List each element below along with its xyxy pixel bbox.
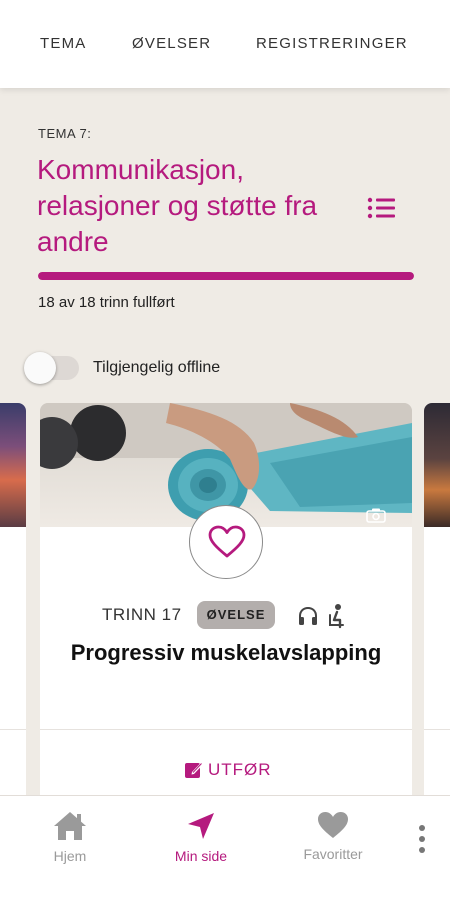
home-icon xyxy=(54,812,86,840)
step-title: Progressiv muskelavslapping xyxy=(70,640,382,665)
offline-label: Tilgjengelig offline xyxy=(93,359,221,376)
offline-toggle[interactable] xyxy=(24,350,82,386)
nav-my-page-label: Min side xyxy=(174,848,228,864)
theme-number: TEMA 7: xyxy=(38,126,92,141)
theme-progress-fill xyxy=(38,272,414,280)
theme-progress-bar xyxy=(38,272,414,280)
bottom-navigation: Hjem Min side Favoritter xyxy=(0,795,450,900)
nav-favorites[interactable]: Favoritter xyxy=(295,810,371,870)
list-icon[interactable] xyxy=(367,196,397,220)
step-card[interactable]: TRINN 17 ØVELSE Progressiv muskelavslapp… xyxy=(40,403,412,823)
step-label: TRINN 17 xyxy=(102,605,182,624)
more-options-icon[interactable] xyxy=(418,824,426,854)
headphones-icon xyxy=(299,606,317,625)
nav-home[interactable]: Hjem xyxy=(40,810,100,870)
nav-favorites-label: Favoritter xyxy=(303,846,363,862)
previous-card-image xyxy=(0,403,26,527)
tab-registreringer[interactable]: REGISTRERINGER xyxy=(256,35,408,52)
card-divider xyxy=(0,729,26,730)
nav-my-page[interactable]: Min side xyxy=(165,810,237,870)
heart-icon xyxy=(318,812,348,838)
nav-home-label: Hjem xyxy=(53,848,87,864)
card-divider xyxy=(424,729,450,730)
step-meta: TRINN 17 ØVELSE xyxy=(40,601,412,629)
tab-tema[interactable]: TEMA xyxy=(40,35,86,52)
theme-title: Kommunikasjon, relasjoner og støtte fra … xyxy=(37,154,318,257)
toggle-knob xyxy=(24,352,56,384)
previous-card[interactable] xyxy=(0,403,26,823)
favorite-button[interactable] xyxy=(189,505,263,579)
next-card-image xyxy=(424,403,450,527)
tab-ovelser[interactable]: ØVELSER xyxy=(132,35,211,52)
person-icon xyxy=(329,604,344,629)
camera-icon xyxy=(366,508,386,523)
progress-text: 18 av 18 trinn fullført xyxy=(38,294,175,311)
edit-icon xyxy=(185,762,203,778)
card-divider xyxy=(40,729,412,730)
perform-label: UTFØR xyxy=(208,760,272,779)
top-navigation: TEMA ØVELSER REGISTRERINGER xyxy=(0,0,450,88)
exercise-badge: ØVELSE xyxy=(197,601,275,629)
next-card[interactable] xyxy=(424,403,450,823)
navigation-arrow-icon xyxy=(188,813,214,839)
heart-icon xyxy=(208,525,246,558)
